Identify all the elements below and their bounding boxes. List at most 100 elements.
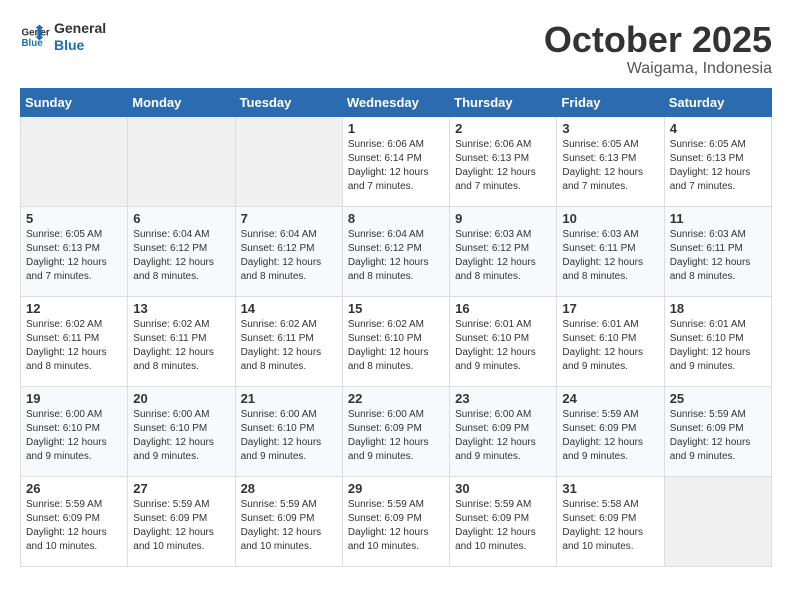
- day-number: 17: [562, 301, 658, 316]
- calendar-cell: 14 Sunrise: 6:02 AM Sunset: 6:11 PM Dayli…: [235, 296, 342, 386]
- day-detail: Sunrise: 6:02 AM Sunset: 6:10 PM Dayligh…: [348, 318, 444, 374]
- weekday-header-thursday: Thursday: [450, 88, 557, 116]
- day-number: 3: [562, 121, 658, 136]
- calendar-cell: 5 Sunrise: 6:05 AM Sunset: 6:13 PM Daylig…: [21, 206, 128, 296]
- day-number: 30: [455, 481, 551, 496]
- day-detail: Sunrise: 5:59 AM Sunset: 6:09 PM Dayligh…: [348, 498, 444, 554]
- day-detail: Sunrise: 6:02 AM Sunset: 6:11 PM Dayligh…: [26, 318, 122, 374]
- day-number: 27: [133, 481, 229, 496]
- week-row-5: 26 Sunrise: 5:59 AM Sunset: 6:09 PM Dayli…: [21, 476, 772, 566]
- week-row-1: 1 Sunrise: 6:06 AM Sunset: 6:14 PM Daylig…: [21, 116, 772, 206]
- day-number: 15: [348, 301, 444, 316]
- month-title: October 2025: [544, 20, 772, 60]
- day-detail: Sunrise: 6:03 AM Sunset: 6:11 PM Dayligh…: [670, 228, 766, 284]
- day-number: 1: [348, 121, 444, 136]
- calendar-cell: 20 Sunrise: 6:00 AM Sunset: 6:10 PM Dayli…: [128, 386, 235, 476]
- day-detail: Sunrise: 6:05 AM Sunset: 6:13 PM Dayligh…: [562, 138, 658, 194]
- calendar-cell: 19Sunrise: 6:00 AM Sunset: 6:10 PM Dayli…: [21, 386, 128, 476]
- day-number: 14: [241, 301, 337, 316]
- day-number: 31: [562, 481, 658, 496]
- day-detail: Sunrise: 6:04 AM Sunset: 6:12 PM Dayligh…: [241, 228, 337, 284]
- calendar-cell: 25 Sunrise: 5:59 AM Sunset: 6:09 PM Dayli…: [664, 386, 771, 476]
- calendar-cell: 23 Sunrise: 6:00 AM Sunset: 6:09 PM Dayli…: [450, 386, 557, 476]
- calendar-cell: [21, 116, 128, 206]
- day-number: 5: [26, 211, 122, 226]
- day-number: 23: [455, 391, 551, 406]
- page-header: General Blue General Blue October 2025 W…: [20, 20, 772, 78]
- day-detail: Sunrise: 6:00 AM Sunset: 6:09 PM Dayligh…: [348, 408, 444, 464]
- day-detail: Sunrise: 6:00 AM Sunset: 6:10 PM Dayligh…: [26, 408, 122, 464]
- day-detail: Sunrise: 6:00 AM Sunset: 6:09 PM Dayligh…: [455, 408, 551, 464]
- day-number: 16: [455, 301, 551, 316]
- day-detail: Sunrise: 5:59 AM Sunset: 6:09 PM Dayligh…: [241, 498, 337, 554]
- calendar-title-block: October 2025 Waigama, Indonesia: [544, 20, 772, 78]
- calendar-cell: 28 Sunrise: 5:59 AM Sunset: 6:09 PM Dayli…: [235, 476, 342, 566]
- calendar-cell: 29 Sunrise: 5:59 AM Sunset: 6:09 PM Dayli…: [342, 476, 449, 566]
- day-detail: Sunrise: 5:59 AM Sunset: 6:09 PM Dayligh…: [455, 498, 551, 554]
- calendar-cell: 3 Sunrise: 6:05 AM Sunset: 6:13 PM Daylig…: [557, 116, 664, 206]
- calendar-cell: 4Sunrise: 6:05 AM Sunset: 6:13 PM Daylig…: [664, 116, 771, 206]
- calendar-cell: 8Sunrise: 6:04 AM Sunset: 6:12 PM Daylig…: [342, 206, 449, 296]
- calendar-cell: 7 Sunrise: 6:04 AM Sunset: 6:12 PM Daylig…: [235, 206, 342, 296]
- day-number: 6: [133, 211, 229, 226]
- day-number: 29: [348, 481, 444, 496]
- day-number: 21: [241, 391, 337, 406]
- day-detail: Sunrise: 6:05 AM Sunset: 6:13 PM Dayligh…: [26, 228, 122, 284]
- logo: General Blue General Blue: [20, 20, 106, 54]
- day-detail: Sunrise: 6:01 AM Sunset: 6:10 PM Dayligh…: [562, 318, 658, 374]
- day-number: 22: [348, 391, 444, 406]
- weekday-header-wednesday: Wednesday: [342, 88, 449, 116]
- calendar-cell: 17 Sunrise: 6:01 AM Sunset: 6:10 PM Dayli…: [557, 296, 664, 386]
- day-number: 20: [133, 391, 229, 406]
- day-detail: Sunrise: 6:04 AM Sunset: 6:12 PM Dayligh…: [133, 228, 229, 284]
- day-number: 7: [241, 211, 337, 226]
- calendar-cell: 12 Sunrise: 6:02 AM Sunset: 6:11 PM Dayli…: [21, 296, 128, 386]
- week-row-4: 19Sunrise: 6:00 AM Sunset: 6:10 PM Dayli…: [21, 386, 772, 476]
- day-detail: Sunrise: 6:04 AM Sunset: 6:12 PM Dayligh…: [348, 228, 444, 284]
- day-number: 9: [455, 211, 551, 226]
- calendar-cell: [235, 116, 342, 206]
- day-detail: Sunrise: 5:59 AM Sunset: 6:09 PM Dayligh…: [670, 408, 766, 464]
- location-subtitle: Waigama, Indonesia: [544, 60, 772, 78]
- day-number: 10: [562, 211, 658, 226]
- day-number: 11: [670, 211, 766, 226]
- week-row-3: 12 Sunrise: 6:02 AM Sunset: 6:11 PM Dayli…: [21, 296, 772, 386]
- weekday-header-friday: Friday: [557, 88, 664, 116]
- calendar-cell: 6 Sunrise: 6:04 AM Sunset: 6:12 PM Daylig…: [128, 206, 235, 296]
- calendar-cell: 30 Sunrise: 5:59 AM Sunset: 6:09 PM Dayli…: [450, 476, 557, 566]
- day-number: 28: [241, 481, 337, 496]
- calendar-cell: 1 Sunrise: 6:06 AM Sunset: 6:14 PM Daylig…: [342, 116, 449, 206]
- day-detail: Sunrise: 6:02 AM Sunset: 6:11 PM Dayligh…: [133, 318, 229, 374]
- logo-text: General Blue: [54, 20, 106, 54]
- day-detail: Sunrise: 6:02 AM Sunset: 6:11 PM Dayligh…: [241, 318, 337, 374]
- day-detail: Sunrise: 5:59 AM Sunset: 6:09 PM Dayligh…: [562, 408, 658, 464]
- calendar-cell: 26Sunrise: 5:59 AM Sunset: 6:09 PM Dayli…: [21, 476, 128, 566]
- calendar-cell: 27 Sunrise: 5:59 AM Sunset: 6:09 PM Dayli…: [128, 476, 235, 566]
- day-detail: Sunrise: 6:05 AM Sunset: 6:13 PM Dayligh…: [670, 138, 766, 194]
- day-detail: Sunrise: 5:59 AM Sunset: 6:09 PM Dayligh…: [133, 498, 229, 554]
- calendar-cell: 24 Sunrise: 5:59 AM Sunset: 6:09 PM Dayli…: [557, 386, 664, 476]
- day-number: 24: [562, 391, 658, 406]
- day-detail: Sunrise: 6:03 AM Sunset: 6:12 PM Dayligh…: [455, 228, 551, 284]
- day-detail: Sunrise: 6:00 AM Sunset: 6:10 PM Dayligh…: [133, 408, 229, 464]
- day-detail: Sunrise: 6:00 AM Sunset: 6:10 PM Dayligh…: [241, 408, 337, 464]
- logo-icon: General Blue: [20, 22, 50, 52]
- calendar-cell: 9 Sunrise: 6:03 AM Sunset: 6:12 PM Daylig…: [450, 206, 557, 296]
- day-number: 12: [26, 301, 122, 316]
- day-number: 2: [455, 121, 551, 136]
- day-detail: Sunrise: 6:01 AM Sunset: 6:10 PM Dayligh…: [670, 318, 766, 374]
- calendar-cell: 11 Sunrise: 6:03 AM Sunset: 6:11 PM Dayli…: [664, 206, 771, 296]
- weekday-header-row: SundayMondayTuesdayWednesdayThursdayFrid…: [21, 88, 772, 116]
- calendar-cell: 22 Sunrise: 6:00 AM Sunset: 6:09 PM Dayli…: [342, 386, 449, 476]
- day-number: 26: [26, 481, 122, 496]
- calendar-cell: 10 Sunrise: 6:03 AM Sunset: 6:11 PM Dayli…: [557, 206, 664, 296]
- calendar-cell: 31 Sunrise: 5:58 AM Sunset: 6:09 PM Dayli…: [557, 476, 664, 566]
- day-number: 25: [670, 391, 766, 406]
- day-detail: Sunrise: 6:03 AM Sunset: 6:11 PM Dayligh…: [562, 228, 658, 284]
- calendar-cell: 13Sunrise: 6:02 AM Sunset: 6:11 PM Dayli…: [128, 296, 235, 386]
- day-number: 18: [670, 301, 766, 316]
- day-detail: Sunrise: 5:58 AM Sunset: 6:09 PM Dayligh…: [562, 498, 658, 554]
- calendar-cell: 18 Sunrise: 6:01 AM Sunset: 6:10 PM Dayli…: [664, 296, 771, 386]
- day-detail: Sunrise: 6:06 AM Sunset: 6:14 PM Dayligh…: [348, 138, 444, 194]
- calendar-table: SundayMondayTuesdayWednesdayThursdayFrid…: [20, 88, 772, 567]
